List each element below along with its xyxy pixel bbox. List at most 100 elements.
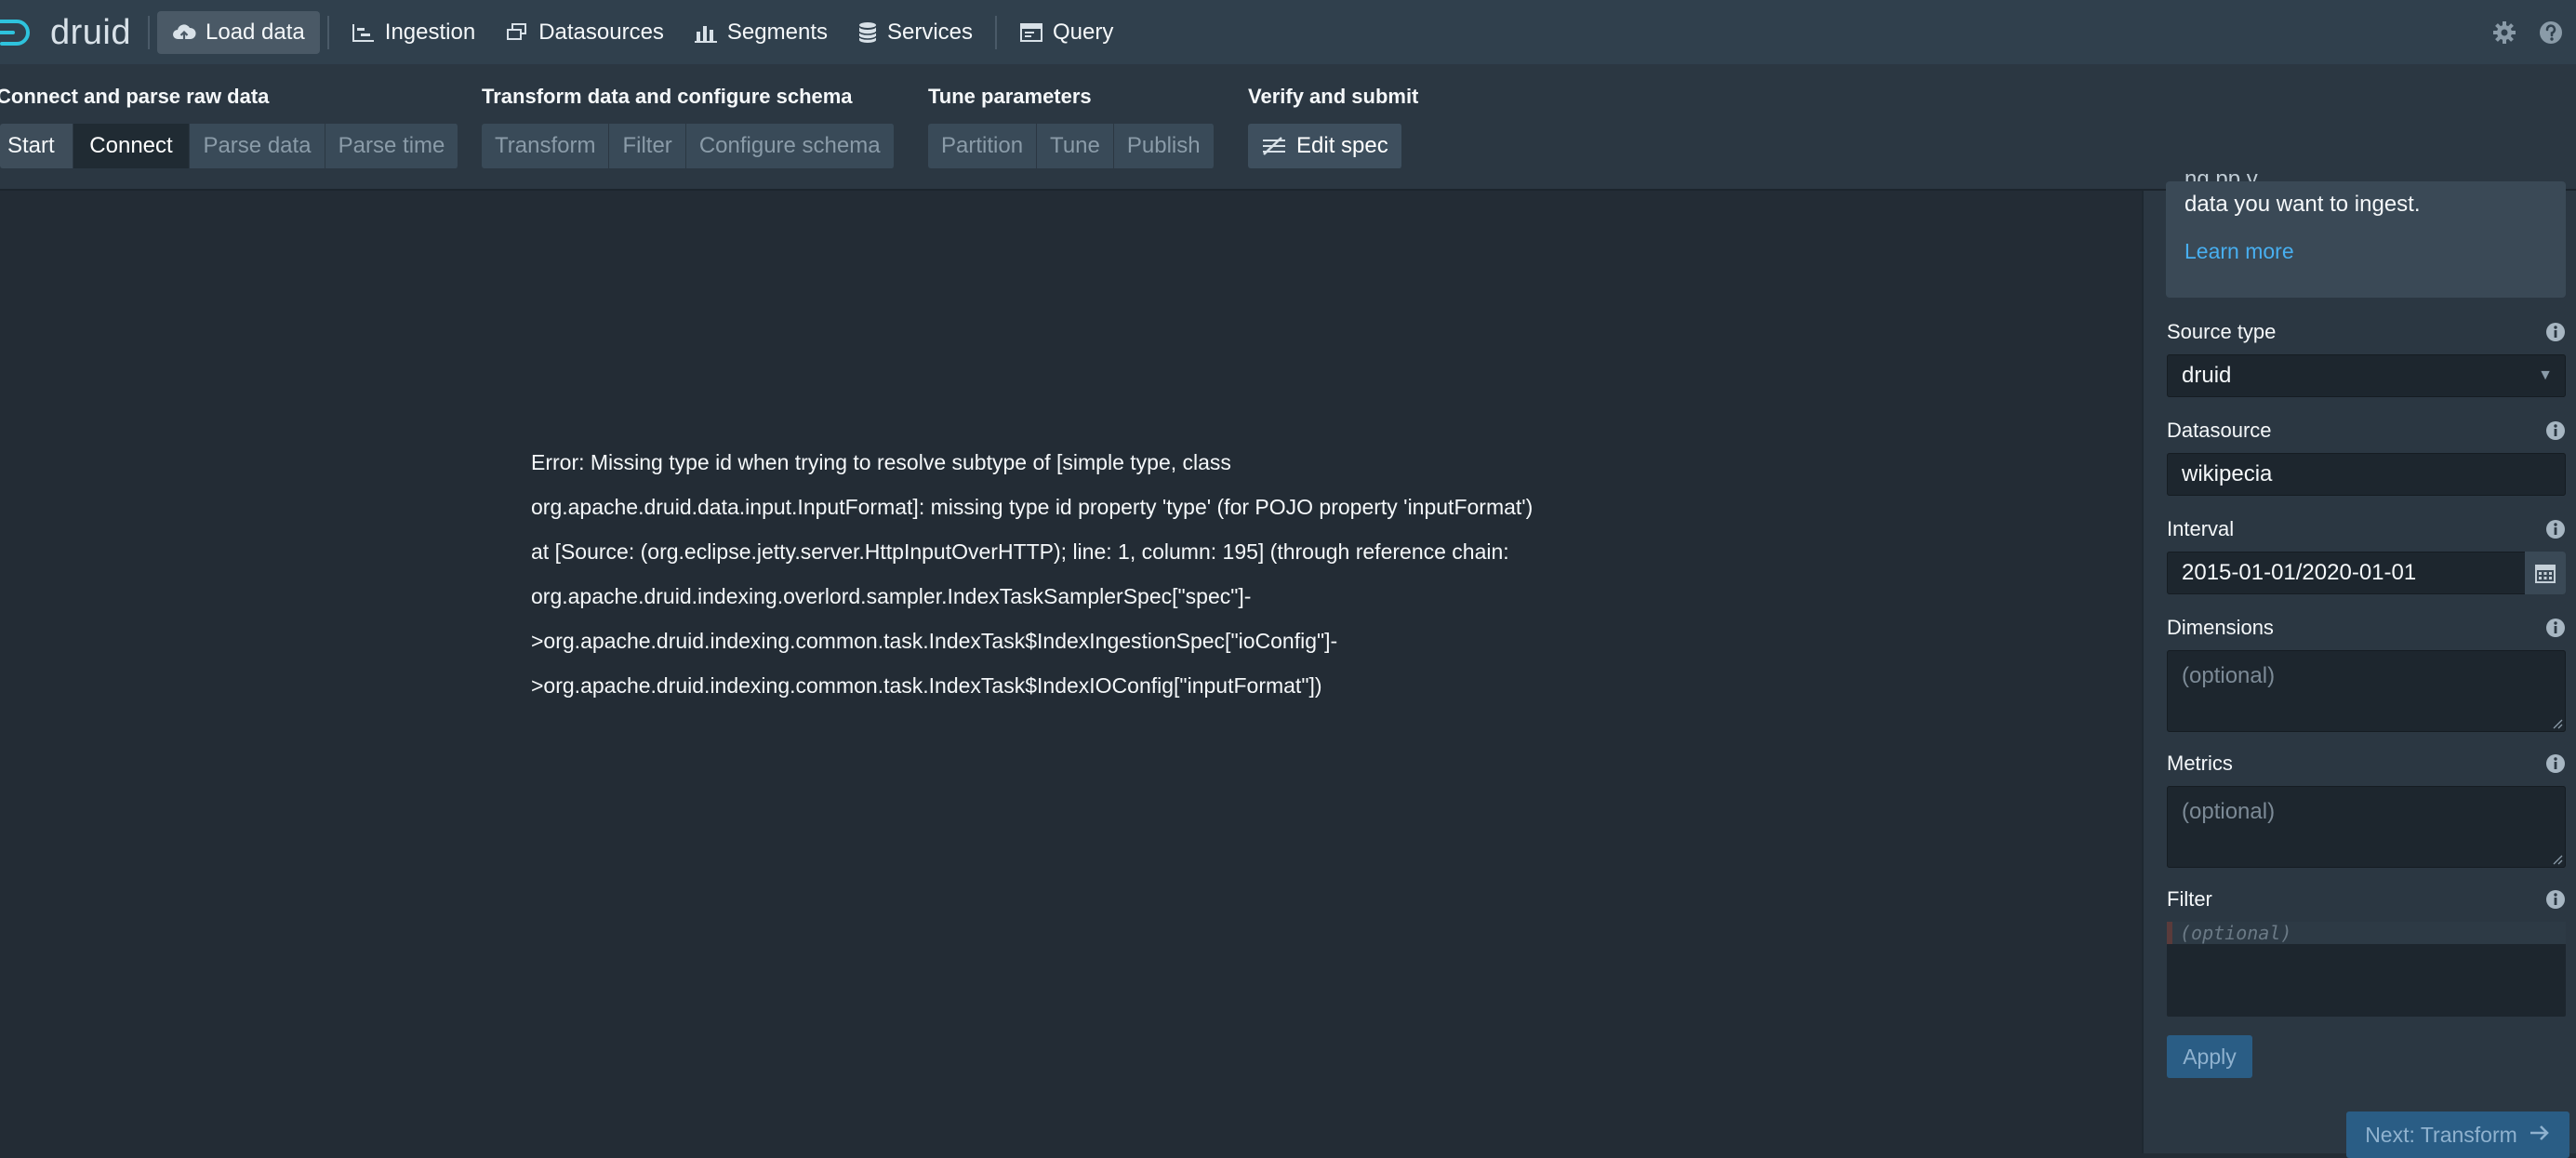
metrics-textarea[interactable]: (optional) [2167, 786, 2566, 868]
resize-handle-icon[interactable] [2552, 854, 2563, 865]
error-message: Error: Missing type id when trying to re… [531, 440, 1647, 708]
nav-segments[interactable]: Segments [679, 11, 843, 54]
application-icon [1019, 22, 1043, 43]
step-edit-spec[interactable]: Edit spec [1248, 124, 1402, 168]
info-callout: ng pp y data you want to ingest. Learn m… [2166, 166, 2566, 298]
nav-ingestion[interactable]: Ingestion [337, 11, 490, 54]
nav-ingestion-label: Ingestion [384, 19, 476, 45]
step-group-transform: Transform data and configure schema Tran… [482, 85, 895, 168]
druid-logo[interactable]: druid [0, 0, 131, 64]
step-group-connect: Connect and parse raw data Start Connect… [0, 85, 458, 168]
help-icon[interactable] [2539, 20, 2563, 45]
nav-divider [326, 15, 329, 49]
step-group-title: Verify and submit [1248, 85, 1419, 108]
nav-datasources[interactable]: Datasources [490, 11, 679, 54]
arrow-right-icon [2529, 1123, 2551, 1148]
step-connect[interactable]: Connect [73, 124, 190, 168]
step-edit-spec-label: Edit spec [1296, 133, 1388, 158]
info-sign-icon[interactable] [2545, 618, 2566, 638]
filter-field: Filter (optional) [2167, 886, 2566, 1017]
next-transform-button[interactable]: Next: Transform [2346, 1111, 2569, 1158]
nav-load-data-label: Load data [206, 19, 305, 45]
error-line: >org.apache.druid.indexing.common.task.I… [531, 673, 1322, 698]
error-line: org.apache.druid.indexing.overlord.sampl… [531, 584, 1252, 608]
info-sign-icon[interactable] [2545, 420, 2566, 441]
step-group-tune: Tune parameters Partition Tune Publish [928, 85, 1215, 168]
druid-logo-icon [0, 14, 45, 51]
resize-handle-icon[interactable] [2552, 718, 2563, 729]
step-buttons: Start Connect Parse data Parse time [0, 124, 458, 168]
filter-label-text: Filter [2167, 887, 2212, 911]
dimensions-label-text: Dimensions [2167, 616, 2274, 639]
filter-code-editor[interactable]: (optional) [2167, 922, 2566, 1017]
step-filter[interactable]: Filter [609, 124, 686, 168]
source-type-field: Source type druid ▼ [2167, 319, 2566, 397]
step-buttons: Transform Filter Configure schema [482, 124, 895, 168]
step-parse-time[interactable]: Parse time [325, 124, 458, 168]
error-line: org.apache.druid.data.input.InputFormat]… [531, 495, 1534, 519]
control-sidebar: ng pp y data you want to ingest. Learn m… [2142, 166, 2576, 1158]
info-sign-icon[interactable] [2545, 519, 2566, 539]
interval-value: 2015-01-01/2020-01-01 [2182, 560, 2417, 585]
learn-more-link[interactable]: Learn more [2184, 239, 2294, 264]
callout-clipped-text: ng pp y [2184, 166, 2258, 181]
step-publish[interactable]: Publish [1113, 124, 1215, 168]
apply-button[interactable]: Apply [2167, 1035, 2252, 1078]
nav-services-label: Services [886, 19, 974, 45]
multi-select-icon [505, 22, 529, 43]
step-group-title: Connect and parse raw data [0, 85, 270, 108]
dimensions-label: Dimensions [2167, 615, 2566, 641]
info-sign-icon[interactable] [2545, 322, 2566, 342]
cog-icon[interactable] [2492, 20, 2516, 45]
druid-logo-text: druid [50, 13, 131, 52]
step-parse-data[interactable]: Parse data [190, 124, 325, 168]
interval-label: Interval [2167, 516, 2566, 542]
database-icon [857, 21, 878, 44]
nav-datasources-label: Datasources [538, 19, 664, 45]
nav-query-label: Query [1053, 19, 1114, 45]
filter-label: Filter [2167, 886, 2566, 912]
nav-segments-label: Segments [726, 19, 828, 45]
next-button-label: Next: Transform [2365, 1122, 2517, 1147]
nav-right-icons [2492, 0, 2563, 64]
metrics-placeholder: (optional) [2182, 799, 2276, 824]
info-sign-icon[interactable] [2545, 753, 2566, 774]
sliders-icon [1261, 136, 1287, 156]
error-line: >org.apache.druid.indexing.common.task.I… [531, 629, 1338, 653]
code-gutter [2167, 922, 2172, 944]
nav-query[interactable]: Query [1004, 11, 1128, 54]
cloud-upload-icon [172, 22, 196, 43]
nav-services[interactable]: Services [843, 11, 988, 54]
source-type-select[interactable]: druid ▼ [2167, 354, 2566, 397]
nav-divider [995, 15, 998, 49]
calendar-icon[interactable] [2525, 552, 2566, 594]
filter-placeholder: (optional) [2180, 922, 2292, 944]
datasource-field: Datasource wikipecia [2167, 418, 2566, 496]
error-line: Error: Missing type id when trying to re… [531, 450, 1231, 474]
main-panel: Error: Missing type id when trying to re… [0, 191, 2142, 1153]
step-group-verify: Verify and submit Edit spec [1248, 85, 1418, 168]
step-partition[interactable]: Partition [928, 124, 1038, 168]
step-configure-schema[interactable]: Configure schema [685, 124, 895, 168]
stacked-chart-icon [694, 22, 718, 43]
datasource-label-text: Datasource [2167, 419, 2272, 442]
error-line: at [Source: (org.eclipse.jetty.server.Ht… [531, 539, 1509, 564]
metrics-label: Metrics [2167, 751, 2566, 777]
nav-load-data[interactable]: Load data [157, 10, 320, 54]
metrics-label-text: Metrics [2167, 752, 2233, 775]
info-sign-icon[interactable] [2545, 889, 2566, 910]
datasource-input[interactable]: wikipecia [2167, 453, 2566, 496]
source-type-label-text: Source type [2167, 320, 2277, 343]
step-buttons: Edit spec [1248, 124, 1418, 168]
step-transform[interactable]: Transform [482, 124, 610, 168]
gantt-chart-icon [352, 22, 376, 43]
top-navbar: druid Load data Ingestion Datasources Se… [0, 0, 2576, 64]
step-start[interactable]: Start [0, 124, 73, 168]
source-type-value: druid [2182, 363, 2232, 388]
step-tune[interactable]: Tune [1037, 124, 1114, 168]
interval-input[interactable]: 2015-01-01/2020-01-01 [2167, 552, 2566, 594]
code-line: (optional) [2167, 922, 2566, 944]
step-group-title: Tune parameters [928, 85, 1092, 108]
caret-down-icon: ▼ [2538, 367, 2553, 383]
dimensions-textarea[interactable]: (optional) [2167, 650, 2566, 732]
